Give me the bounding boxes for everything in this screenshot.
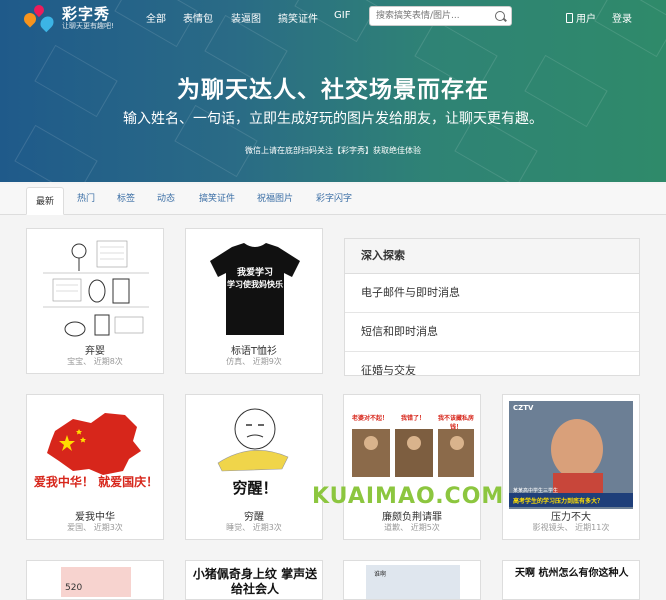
search-input[interactable] [376,9,488,23]
pressure-channel-logo: CZTV [513,404,534,412]
card-img-text: 谁啊 [374,571,387,578]
tshirt-text-1: 我爱学习 [236,268,273,278]
brand-slogan: 让聊天更有趣吧! [62,22,114,30]
card-img-text: 天啊 杭州怎么有你这种人 [515,568,629,579]
card-title: 爱我中华 [75,512,115,523]
card-title: 弃婴 [85,346,105,357]
tab-funny-id[interactable]: 搞笑证件 [192,184,242,214]
lianpo-label-3: 我不该藏私房钱！ [437,415,474,431]
meme-card-peppa[interactable]: 小猪佩奇身上纹 掌声送给社会人 [185,560,323,600]
meme-card-520[interactable]: 520 [26,560,164,600]
lianpo-label-2: 我错了！ [400,415,425,422]
explore-item-sms[interactable]: 短信和即时消息 [345,313,639,352]
pressure-thumbnail: CZTV 某某高中学生三学生 高考学生的学习压力到底有多大？ [509,401,633,509]
meme-card-qiying[interactable]: 弃婴 宝宝、 近期8次 [26,228,164,374]
user-label: 用户 [576,14,596,25]
tshirt-thumbnail: 我爱学习 学习使我妈快乐 [192,235,316,343]
site-watermark: KUAIMAO.COM [312,484,505,509]
meme-card-hangzhou[interactable]: 天啊 杭州怎么有你这种人 [502,560,640,600]
card-img-text: 小猪佩奇身上纹 掌声送给社会人 [192,567,318,596]
user-link[interactable]: 用户 [566,10,596,25]
mobile-icon [566,13,573,23]
meme-card-china[interactable]: 爱我中华！ 就爱国庆！ 爱我中华 爱国、 近期3次 [26,394,164,540]
explore-panel: 深入探索 电子邮件与即时消息 短信和即时消息 征婚与交友 [344,238,640,376]
explore-heading: 深入探索 [345,239,639,274]
card-meta: 道歉、 近期5次 [384,523,440,532]
hero-banner: 彩字秀 让聊天更有趣吧! 全部 表情包 装逼图 搞笑证件 GIF 用户 登录 为… [0,0,666,182]
china-map-thumbnail: 爱我中华！ 就爱国庆！ [33,401,157,509]
category-tabs: 最新 热门 标签 动态 搞笑证件 祝福图片 彩字闪字 [0,184,666,215]
card-meta: 宝宝、 近期8次 [67,357,123,366]
card-title: 标语T恤衫 [230,346,278,357]
card-meta: 影视镜头、 近期11次 [532,523,610,532]
card-meta: 仿真、 近期9次 [226,357,282,366]
tab-dynamic[interactable]: 动态 [150,184,182,214]
explore-item-dating[interactable]: 征婚与交友 [345,352,639,375]
tab-latest[interactable]: 最新 [26,187,64,215]
card-title: 压力不大 [551,512,591,523]
meme-card-qiongxing[interactable]: 穷醒！ 穷醒 睡觉、 近期3次 [185,394,323,540]
explore-item-email[interactable]: 电子邮件与即时消息 [345,274,639,313]
card-meta: 睡觉、 近期3次 [226,523,282,532]
meme-card-pressure[interactable]: CZTV 某某高中学生三学生 高考学生的学习压力到底有多大？ 压力不大 影视镜头… [502,394,640,540]
card-meta: 爱国、 近期3次 [67,523,123,532]
comic-thumbnail [33,235,157,343]
qiongxing-img-text: 穷醒！ [232,479,278,497]
nav-link-gif[interactable]: GIF [334,10,350,21]
pressure-caption: 高考学生的学习压力到底有多大？ [513,498,604,505]
lianpo-label-1: 老婆对不起！ [351,415,388,422]
tab-flash-text[interactable]: 彩字闪字 [309,184,359,214]
meme-card-tshirt[interactable]: 我爱学习 学习使我妈快乐 标语T恤衫 仿真、 近期9次 [185,228,323,374]
nav-link-emoji[interactable]: 表情包 [183,10,213,25]
nav-link-all[interactable]: 全部 [146,10,166,25]
card-title: 廉颇负荆请罪 [382,512,442,523]
tshirt-text-2: 学习使我妈快乐 [227,280,283,289]
hero-note: 微信上请在底部扫码关注【彩字秀】获取绝佳体验 [245,146,421,155]
hero-subtitle: 输入姓名、一句话，立即生成好玩的图片发给朋友，让聊天更有趣。 [123,111,543,127]
meme-card-lianpo[interactable]: 老婆对不起！ 我错了！ 我不该藏私房钱！ 廉颇负荆请罪 道歉、 近期5次 [343,394,481,540]
china-img-text: 爱我中华！ 就爱国庆！ [33,475,157,489]
qiongxing-thumbnail: 穷醒！ [192,401,316,509]
card-title: 穷醒 [244,512,264,523]
tab-tags[interactable]: 标签 [110,184,142,214]
search-icon[interactable] [495,11,505,21]
meme-card-comic[interactable]: 谁啊 [343,560,481,600]
pressure-small-caption: 某某高中学生三学生 [513,488,559,494]
logo-icon[interactable] [21,2,60,33]
nav-link-funny-id[interactable]: 搞笑证件 [278,10,318,25]
tab-greeting-images[interactable]: 祝福图片 [250,184,300,214]
login-link[interactable]: 登录 [612,10,632,25]
nav-link-zhuangbi[interactable]: 装逼图 [231,10,261,25]
top-nav: 彩字秀 让聊天更有趣吧! 全部 表情包 装逼图 搞笑证件 GIF 用户 登录 [0,0,666,34]
tab-hot[interactable]: 热门 [70,184,102,214]
search-box [369,6,512,26]
hero-title: 为聊天达人、社交场景而存在 [177,77,489,103]
